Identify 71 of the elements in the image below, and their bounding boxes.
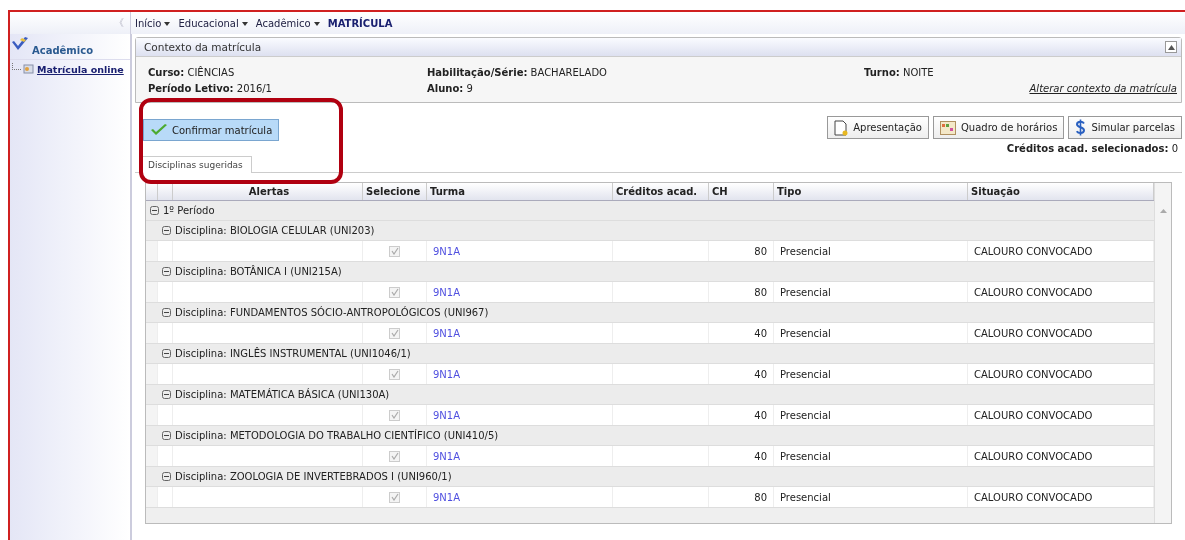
document-icon [23,63,35,75]
collapse-icon[interactable] [150,206,159,215]
breadcrumb-link[interactable]: MATRÍCULA [327,17,393,29]
toolbar-button[interactable]: Quadro de horários [933,116,1065,139]
table-cell: Presencial [780,368,831,380]
column-header[interactable]: CH [709,183,774,200]
context-field: Turno: NOITE [864,67,934,78]
panel-title: Contexto da matrícula [144,41,262,53]
group-label: Disciplina: METODOLOGIA DO TRABALHO CIENTÍFICO (UNI410/5) [175,430,499,441]
collapse-icon[interactable] [162,267,171,276]
caret-icon[interactable] [164,21,171,26]
table-cell: Presencial [780,409,831,421]
table-cell: CALOURO CONVOCADO [974,327,1093,339]
table-cell: 40 [754,368,767,380]
column-header[interactable]: Alertas [173,183,363,200]
context-field: Período Letivo: 2016/1 [148,83,427,94]
table-cell: Presencial [780,245,831,257]
dollar-icon [1075,119,1087,136]
collapse-icon[interactable] [162,226,171,235]
group-label: Disciplina: INGLÊS INSTRUMENTAL (UNI1046/1) [175,348,411,359]
table-cell: Presencial [780,286,831,298]
collapse-icon[interactable] [162,349,171,358]
group-label: Disciplina: BOTÂNICA I (UNI215A) [175,266,342,277]
sidebar-link[interactable]: Matrícula online [37,63,124,75]
column-header[interactable]: Créditos acad. [613,183,709,200]
table-cell: Presencial [780,491,831,503]
table-cell: CALOURO CONVOCADO [974,409,1093,421]
table-cell: 40 [754,450,767,462]
table-cell: 40 [754,327,767,339]
breadcrumb-link[interactable]: Início [135,17,175,29]
collapse-icon[interactable] [1165,41,1177,53]
context-field: Curso: CIÊNCIAS [148,67,427,78]
breadcrumb-link[interactable]: Acadêmico [255,17,324,29]
credits-label: Créditos acad. selecionados: 0 [1006,143,1178,154]
group-label: Disciplina: BIOLOGIA CELULAR (UNI203) [175,225,375,236]
collapse-icon[interactable] [162,431,171,440]
table-cell: CALOURO CONVOCADO [974,491,1093,503]
context-field: Habilitação/Série: BACHARELADO [427,67,864,78]
calendar-icon [940,120,956,135]
check-icon [150,124,168,136]
column-header[interactable]: Selecione [363,183,427,200]
table-cell: 80 [754,245,767,257]
context-field: Aluno: 9 [427,83,864,94]
table-cell: Presencial [780,327,831,339]
table-cell: CALOURO CONVOCADO [974,286,1093,298]
collapse-icon[interactable] [162,308,171,317]
collapse-icon[interactable] [162,390,171,399]
group-label: Disciplina: MATEMÁTICA BÁSICA (UNI130A) [175,389,390,400]
sidebar-title: Acadêmico [32,45,93,56]
group-label: Disciplina: FUNDAMENTOS SÓCIO-ANTROPOLÓGICOS (UNI967) [175,307,489,318]
table-cell: CALOURO CONVOCADO [974,450,1093,462]
collapse-icon[interactable] [162,472,171,481]
change-context-link[interactable]: Alterar contexto da matrícula [1029,83,1177,94]
table-cell: Presencial [780,450,831,462]
document-icon [834,119,849,136]
breadcrumb-link[interactable]: Educacional [178,17,252,29]
scrollbar[interactable] [1154,183,1171,523]
table-cell: 80 [754,491,767,503]
toolbar-button[interactable]: Apresentação [827,116,929,139]
table-cell: 40 [754,409,767,421]
caret-icon[interactable] [241,21,248,26]
column-header[interactable]: Tipo [774,183,968,200]
column-header[interactable]: Turma [427,183,613,200]
group-label: 1º Período [163,205,215,216]
caret-icon[interactable] [313,21,320,26]
toolbar-button[interactable]: Simular parcelas [1068,116,1182,139]
table-cell: CALOURO CONVOCADO [974,245,1093,257]
confirm-button[interactable]: Confirmar matrícula [143,119,280,141]
group-label: Disciplina: ZOOLOGIA DE INVERTEBRADOS I (UNI960/1) [175,471,452,482]
table-cell: 80 [754,286,767,298]
table-cell: CALOURO CONVOCADO [974,368,1093,380]
